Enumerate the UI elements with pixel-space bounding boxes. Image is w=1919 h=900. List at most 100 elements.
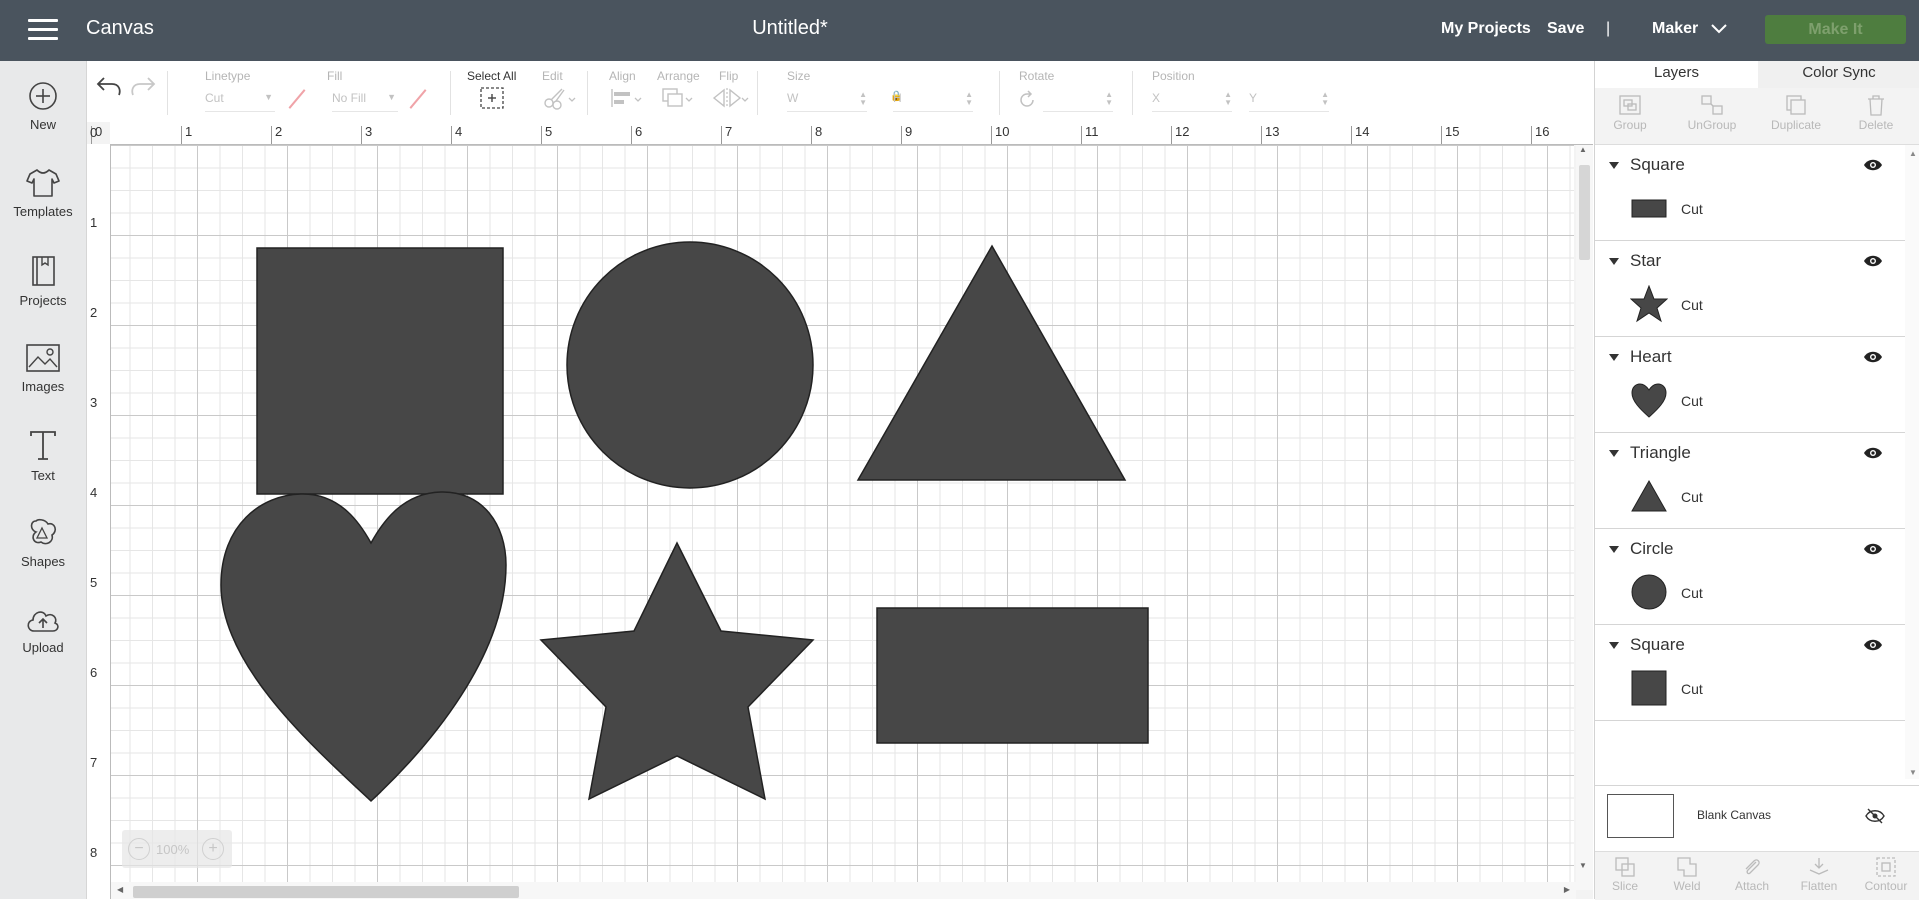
fill-select[interactable]: No Fill ▼ [332,91,398,112]
select-all-icon [480,87,504,109]
layer-operation: Cut [1681,489,1703,505]
blank-canvas-swatch[interactable] [1607,794,1674,838]
flip-button[interactable]: Flip [711,69,749,115]
horizontal-scroll-thumb[interactable] [133,886,519,898]
canvas-area: 0 1 2 3 4 5 6 7 8 9 10 11 12 13 14 15 16 012345678 ▲ ▼ ◀… [87,122,1593,899]
zoom-in-icon[interactable]: + [202,838,224,860]
blank-canvas-row[interactable]: Blank Canvas [1595,785,1919,852]
edit-button[interactable]: Edit [542,69,576,115]
weld-button[interactable]: Weld [1657,856,1717,893]
select-all-label: Select All [467,69,517,83]
vertical-scroll-thumb[interactable] [1579,165,1590,260]
circle-shape[interactable] [566,241,814,489]
position-y-field[interactable]: Y ▲ ▼ [1249,91,1329,112]
heart-shape[interactable] [220,491,507,803]
fill-label: Fill [327,69,343,83]
rectangle-shape[interactable] [876,607,1149,744]
triangle-shape[interactable] [856,244,1127,481]
layer-item[interactable]: Star Cut [1595,241,1905,337]
my-projects-link[interactable]: My Projects [1441,20,1531,38]
zoom-control: − 100% + [122,830,232,868]
scroll-down-icon[interactable]: ▼ [1579,861,1587,870]
sidebar-item-shapes[interactable]: Shapes [0,518,86,569]
scroll-down-icon[interactable]: ▼ [1909,768,1917,777]
sidebar-item-projects[interactable]: Projects [0,255,86,308]
ruler-x-tick [541,126,542,144]
layer-item[interactable]: Square Cut [1595,145,1905,241]
scroll-up-icon[interactable]: ▲ [1579,145,1587,154]
caret-down-icon[interactable] [1609,354,1619,361]
ruler-x-label: 16 [1535,124,1550,139]
image-icon [26,344,60,372]
eye-icon[interactable] [1863,158,1883,172]
width-field[interactable]: W ▲ ▼ [787,91,867,112]
eye-icon[interactable] [1863,350,1883,364]
sidebar-item-images[interactable]: Images [0,343,86,394]
eye-icon[interactable] [1863,446,1883,460]
group-button[interactable]: Group [1595,94,1665,132]
make-it-button[interactable]: Make It [1765,15,1906,44]
caret-down-icon[interactable] [1609,546,1619,553]
undo-icon[interactable] [95,75,123,102]
vertical-scrollbar[interactable]: ▲ ▼ [1576,145,1593,890]
height-field[interactable]: H ▲ ▼ [893,91,973,112]
layer-item[interactable]: Square Cut [1595,625,1905,721]
attach-button[interactable]: Attach [1722,856,1782,893]
eye-icon[interactable] [1863,254,1883,268]
layers-scrollbar[interactable]: ▲ ▼ [1905,145,1919,779]
layer-item[interactable]: Heart Cut [1595,337,1905,433]
sidebar-item-text[interactable]: Text [0,430,86,483]
group-label: Group [1613,118,1647,132]
layer-name: Heart [1630,347,1672,366]
flatten-button[interactable]: Flatten [1789,856,1849,893]
scroll-up-icon[interactable]: ▲ [1909,149,1917,158]
arrange-button[interactable]: Arrange [657,69,700,115]
caret-down-icon[interactable] [1609,642,1619,649]
layer-item[interactable]: Triangle Cut [1595,433,1905,529]
delete-button[interactable]: Delete [1841,94,1911,132]
position-x-field[interactable]: X ▲ ▼ [1152,91,1232,112]
sidebar-item-upload[interactable]: Upload [0,606,86,655]
zoom-out-icon[interactable]: − [128,838,150,860]
redo-icon[interactable] [129,75,157,102]
caret-down-icon[interactable] [1609,258,1619,265]
tab-layers[interactable]: Layers [1595,61,1758,91]
design-grid[interactable] [111,145,1574,890]
duplicate-button[interactable]: Duplicate [1761,94,1831,132]
sidebar-item-templates[interactable]: Templates [0,168,86,219]
ruler-x-tick [1261,126,1262,144]
arrange-label: Arrange [657,69,700,83]
ungroup-button[interactable]: UnGroup [1677,94,1747,132]
layer-item[interactable]: Circle Cut [1595,529,1905,625]
linetype-select[interactable]: Cut ▼ [205,91,275,112]
star-shape[interactable] [539,541,815,801]
fill-color-swatch[interactable] [409,89,427,109]
chevron-down-icon [1710,24,1727,34]
flip-icon [712,88,749,108]
caret-down-icon[interactable] [1609,450,1619,457]
scroll-left-icon[interactable]: ◀ [117,885,123,894]
select-all-button[interactable]: Select All [467,69,516,115]
triangle-icon [1631,479,1667,512]
zoom-level: 100% [156,842,190,857]
horizontal-scrollbar[interactable]: ◀ ▶ [111,882,1576,899]
eye-hidden-icon[interactable] [1865,808,1885,824]
slice-label: Slice [1611,879,1638,893]
eye-icon[interactable] [1863,542,1883,556]
square-shape[interactable] [256,247,504,495]
save-link[interactable]: Save [1547,20,1584,38]
machine-select[interactable]: Maker [1652,20,1727,38]
slice-button[interactable]: Slice [1595,856,1655,893]
linetype-color-swatch[interactable] [288,89,306,109]
tab-color-sync[interactable]: Color Sync [1758,61,1919,88]
caret-down-icon[interactable] [1609,162,1619,169]
height-prefix: H [893,91,902,105]
align-button[interactable]: Align [609,69,643,115]
shapes-icon [30,518,57,545]
eye-icon[interactable] [1863,638,1883,652]
ruler-x-tick [451,126,452,144]
rotate-field[interactable]: ▲ ▼ [1043,91,1113,112]
scroll-right-icon[interactable]: ▶ [1564,885,1570,894]
sidebar-item-new[interactable]: New [0,81,86,132]
contour-button[interactable]: Contour [1856,856,1916,893]
